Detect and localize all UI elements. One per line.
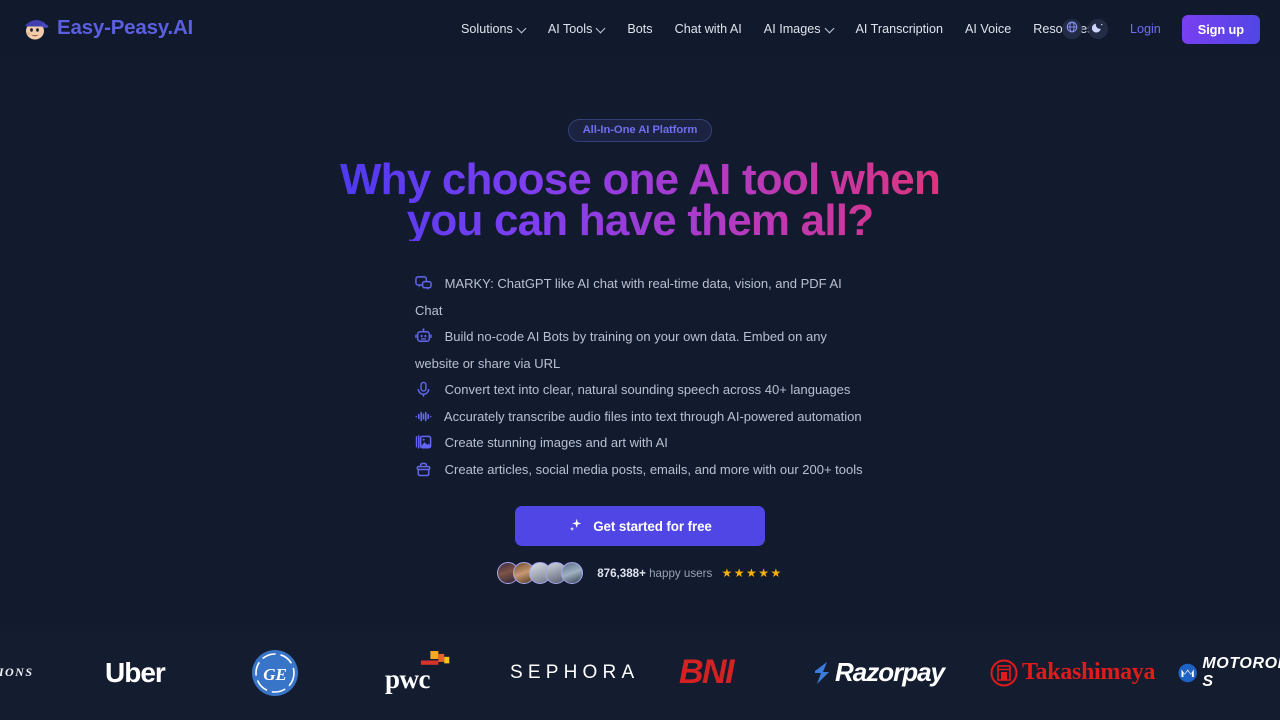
motorola-m-icon (1178, 663, 1197, 682)
feature-item-tools: Create articles, social media posts, ema… (415, 457, 865, 484)
hero-badge: All-In-One AI Platform (567, 119, 713, 142)
brand-name: Easy-Peasy.AI (57, 16, 194, 39)
mascot-avatar-icon (20, 13, 50, 43)
nav-label: AI Voice (965, 22, 1012, 36)
ge-monogram-icon: GE (252, 649, 298, 696)
feature-text: Build no-code AI Bots by training on you… (415, 329, 827, 371)
nav-label: Solutions (461, 22, 513, 36)
chevron-down-icon (826, 25, 834, 33)
nav-item-ai-voice[interactable]: AI Voice (954, 16, 1022, 42)
microphone-icon (415, 381, 432, 398)
logo-sephora: SEPHORA (510, 651, 639, 695)
logo-text: Razorpay (835, 657, 945, 687)
chat-bubbles-icon (415, 275, 432, 292)
svg-text:GE: GE (263, 665, 287, 684)
login-link[interactable]: Login (1130, 22, 1161, 36)
moon-icon (1091, 20, 1104, 38)
feature-text: Convert text into clear, natural soundin… (444, 382, 851, 397)
feature-text: MARKY: ChatGPT like AI chat with real-ti… (415, 276, 842, 318)
theme-toggle-button[interactable] (1087, 19, 1108, 39)
star-rating: ★★★★★ (721, 566, 783, 580)
language-selector-button[interactable] (1061, 19, 1082, 39)
happy-users-count: 876,388+ (597, 567, 646, 580)
feature-text: Create articles, social media posts, ema… (444, 461, 863, 477)
audio-waveform-icon (415, 408, 432, 425)
header-actions: Login Sign up (1056, 0, 1260, 58)
logo-text: MOTOROLA S (1202, 654, 1280, 690)
sparkle-icon (568, 517, 584, 536)
logo-motorola: MOTOROLA S (1178, 651, 1280, 695)
logo-emirates: TIONS (0, 651, 34, 695)
brand-logo[interactable]: Easy-Peasy.AI (20, 13, 193, 43)
logo-text: TIONS (0, 665, 34, 679)
logo-bni: BNI (679, 651, 735, 695)
cta-label: Get started for free (593, 518, 712, 534)
nav-item-ai-images[interactable]: AI Images (753, 16, 845, 42)
logo-text: BNI (679, 653, 735, 691)
signup-button[interactable]: Sign up (1181, 14, 1260, 44)
image-stack-icon (415, 434, 432, 451)
nav-label: AI Tools (547, 22, 593, 36)
nav-item-chat-with-ai[interactable]: Chat with AI (664, 16, 753, 42)
nav-label: Chat with AI (674, 22, 742, 36)
page-title: Why choose one AI tool when you can have… (290, 159, 990, 241)
nav-label: Bots (627, 22, 653, 36)
nav-item-ai-transcription[interactable]: AI Transcription (845, 16, 955, 42)
nav-label: AI Transcription (855, 22, 944, 36)
logo-uber: Uber (105, 651, 166, 695)
chevron-down-icon (597, 25, 605, 33)
site-header: Easy-Peasy.AI Solutions AI Tools Bots Ch… (0, 0, 1280, 58)
feature-item-voice: Convert text into clear, natural soundin… (415, 377, 865, 404)
logo-general-electric: GE (251, 649, 299, 696)
hero-section: All-In-One AI Platform Why choose one AI… (0, 58, 1280, 625)
chevron-down-icon (518, 25, 526, 33)
logo-text: SEPHORA (510, 661, 640, 683)
feature-item-transcription: Accurately transcribe audio files into t… (415, 404, 865, 431)
social-proof: 876,388+ happy users ★★★★★ (497, 562, 783, 584)
logo-text: pwc (385, 663, 431, 694)
robot-icon (415, 328, 432, 345)
razorpay-mark-icon (815, 661, 829, 684)
nav-item-solutions[interactable]: Solutions (450, 16, 537, 42)
feature-item-images: Create stunning images and art with AI (415, 430, 865, 457)
logo-takashimaya: Takashimaya (990, 651, 1156, 695)
feature-item-chat: MARKY: ChatGPT like AI chat with real-ti… (415, 271, 865, 324)
nav-item-ai-tools[interactable]: AI Tools (537, 16, 617, 42)
logo-razorpay: Razorpay (811, 651, 945, 695)
feature-text: Accurately transcribe audio files into t… (443, 408, 862, 424)
takashimaya-crest-icon (990, 659, 1018, 686)
nav-item-bots[interactable]: Bots (616, 16, 663, 42)
logo-text: Takashimaya (1022, 659, 1156, 685)
feature-text: Create stunning images and art with AI (444, 435, 668, 450)
feature-list: MARKY: ChatGPT like AI chat with real-ti… (415, 271, 865, 483)
headline-line-2: you can have them all? (406, 196, 874, 245)
toolbox-icon (415, 461, 432, 478)
nav-label: AI Images (763, 22, 821, 36)
feature-item-bots: Build no-code AI Bots by training on you… (415, 324, 865, 377)
logo-pwc: pwc (385, 650, 465, 695)
globe-icon (1066, 20, 1078, 38)
happy-users-text: 876,388+ happy users ★★★★★ (597, 566, 783, 580)
customer-logo-strip: TIONS Uber GE pwc SEPHORA BNI Razorpay (0, 625, 1280, 720)
get-started-button[interactable]: Get started for free (515, 506, 765, 546)
avatar (561, 562, 584, 584)
avatar-group (497, 562, 584, 584)
logo-text: Uber (105, 656, 166, 688)
main-navigation: Solutions AI Tools Bots Chat with AI AI … (450, 0, 1117, 58)
happy-users-label: happy users (649, 567, 713, 580)
